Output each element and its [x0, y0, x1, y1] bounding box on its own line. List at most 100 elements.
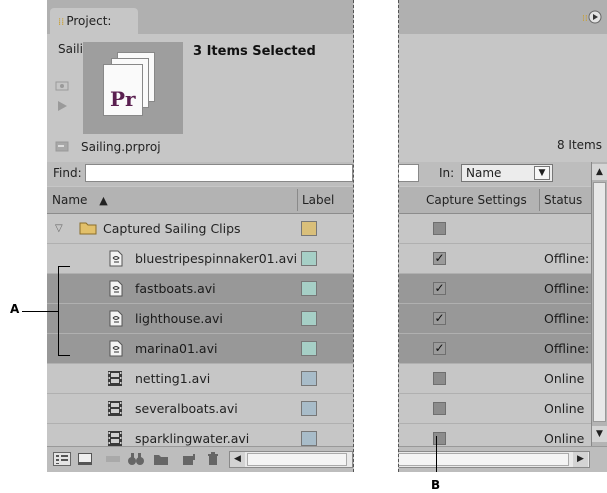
- column-label[interactable]: Label: [297, 187, 353, 213]
- table-row[interactable]: ✓ Offline:: [399, 304, 591, 334]
- table-row[interactable]: [399, 214, 591, 244]
- status-value: Offline:: [544, 251, 590, 266]
- disclosure-triangle-icon[interactable]: ▽: [55, 214, 63, 243]
- play-icon[interactable]: [55, 100, 69, 112]
- table-row[interactable]: Online: [399, 364, 591, 394]
- callout-b: B: [431, 478, 441, 492]
- label-color-swatch[interactable]: [301, 281, 317, 296]
- capture-settings-checkbox[interactable]: ✓: [433, 252, 446, 265]
- find-input-end[interactable]: [399, 164, 419, 182]
- table-row[interactable]: Online: [399, 394, 591, 424]
- clip-name: netting1.avi: [135, 371, 211, 386]
- clear-trash-icon[interactable]: [207, 452, 219, 466]
- clip-name: fastboats.avi: [135, 281, 216, 296]
- right-column-header: Capture Settings Status: [399, 187, 607, 214]
- clip-name: severalboats.avi: [135, 401, 238, 416]
- right-tab-bar: ⁞⁞: [399, 0, 607, 34]
- find-label: Find:: [53, 166, 82, 180]
- table-row[interactable]: bluestripespinnaker01.avi: [47, 244, 353, 274]
- bin-name: Captured Sailing Clips: [103, 221, 241, 236]
- scroll-up-button[interactable]: ▲: [592, 164, 607, 180]
- bin-row[interactable]: ▽ Captured Sailing Clips: [47, 214, 353, 244]
- status-value: Offline:: [544, 341, 590, 356]
- table-row[interactable]: ✓ Offline:: [399, 274, 591, 304]
- new-bin-icon[interactable]: [153, 452, 169, 466]
- label-color-swatch[interactable]: [301, 221, 317, 236]
- selection-summary: 3 Items Selected: [193, 44, 316, 59]
- new-item-icon[interactable]: [181, 452, 197, 466]
- table-row[interactable]: fastboats.avi: [47, 274, 353, 304]
- right-horizontal-scrollbar[interactable]: ▶: [399, 451, 590, 468]
- chevron-down-icon[interactable]: ▼: [534, 166, 550, 180]
- panel-menu-icon[interactable]: ⁞⁞: [582, 10, 602, 27]
- project-panel-left: ⁞⁞Project: Sailing× Pr 3 Items Selected …: [47, 0, 354, 472]
- capture-settings-checkbox[interactable]: ✓: [433, 282, 446, 295]
- table-row[interactable]: ✓ Offline:: [399, 334, 591, 364]
- label-color-swatch[interactable]: [301, 251, 317, 266]
- thumbnail: Pr: [83, 42, 183, 134]
- column-name-label: Name: [52, 193, 88, 207]
- horizontal-scrollbar[interactable]: ◀: [229, 451, 353, 468]
- callout-a: A: [10, 302, 20, 316]
- icon-view-icon[interactable]: [77, 452, 93, 466]
- vertical-scroll-thumb[interactable]: [593, 182, 606, 422]
- project-panel-right: ⁞⁞ 8 Items In: Name ▼ Capture Settings S…: [398, 0, 607, 472]
- automate-to-sequence-icon[interactable]: [105, 452, 121, 466]
- table-row[interactable]: marina01.avi: [47, 334, 353, 364]
- items-count: 8 Items: [556, 138, 602, 152]
- film-strip-icon: [107, 370, 122, 387]
- preview-area: Pr 3 Items Selected Sailing.prproj: [47, 34, 353, 162]
- table-row[interactable]: netting1.avi: [47, 364, 353, 394]
- find-binoculars-icon[interactable]: [127, 452, 145, 466]
- capture-settings-checkbox[interactable]: [433, 372, 446, 385]
- vertical-scrollbar[interactable]: ▲ ▼: [591, 162, 607, 446]
- scroll-left-button[interactable]: ◀: [230, 452, 245, 467]
- label-color-swatch[interactable]: [301, 401, 317, 416]
- list-view-icon[interactable]: [53, 452, 71, 466]
- label-color-swatch[interactable]: [301, 311, 317, 326]
- status-value: Online: [544, 401, 585, 416]
- capture-settings-checkbox[interactable]: ✓: [433, 312, 446, 325]
- callout-a-leader: [22, 311, 58, 312]
- capture-settings-checkbox[interactable]: [433, 222, 446, 235]
- grip-icon: ⁞⁞: [58, 17, 65, 28]
- tab-project-sailing[interactable]: ⁞⁞Project: Sailing×: [50, 8, 138, 56]
- callout-a-bracket: [58, 266, 59, 356]
- capture-settings-checkbox[interactable]: [433, 402, 446, 415]
- right-scroll-thumb[interactable]: [399, 453, 569, 466]
- column-header: Name ▲ Label: [47, 187, 353, 214]
- table-row[interactable]: ✓ Offline:: [399, 244, 591, 274]
- film-strip-icon: [107, 430, 122, 447]
- label-color-swatch[interactable]: [301, 341, 317, 356]
- column-capture-settings[interactable]: Capture Settings: [421, 187, 537, 213]
- clip-name: marina01.avi: [135, 341, 218, 356]
- label-color-swatch[interactable]: [301, 371, 317, 386]
- project-file-name: Sailing.prproj: [81, 140, 161, 154]
- search-scope-row: In: Name ▼: [399, 162, 607, 186]
- project-file-icon: [55, 140, 69, 155]
- premiere-logo: Pr: [110, 87, 136, 111]
- capture-settings-checkbox[interactable]: ✓: [433, 342, 446, 355]
- folder-icon: [79, 221, 97, 238]
- search-scope-select[interactable]: Name ▼: [461, 164, 553, 182]
- poster-frame-icon[interactable]: [55, 80, 69, 92]
- clip-name: lighthouse.avi: [135, 311, 223, 326]
- sort-ascending-icon: ▲: [99, 194, 108, 207]
- scroll-down-button[interactable]: ▼: [592, 426, 607, 442]
- panel-footer: ◀: [47, 446, 353, 472]
- clip-name: bluestripespinnaker01.avi: [135, 251, 298, 266]
- column-name[interactable]: Name ▲: [47, 187, 297, 213]
- audio-video-file-icon: [109, 280, 123, 297]
- table-row[interactable]: lighthouse.avi: [47, 304, 353, 334]
- column-status[interactable]: Status: [539, 187, 591, 213]
- table-row[interactable]: severalboats.avi: [47, 394, 353, 424]
- scroll-thumb[interactable]: [247, 453, 347, 466]
- svg-text:⁞⁞: ⁞⁞: [582, 14, 588, 24]
- right-panel-footer: ▶: [399, 446, 607, 472]
- find-input[interactable]: [85, 164, 353, 182]
- capture-settings-checkbox[interactable]: [433, 432, 446, 445]
- label-color-swatch[interactable]: [301, 431, 317, 446]
- status-value: Offline:: [544, 281, 590, 296]
- scroll-right-button[interactable]: ▶: [573, 452, 588, 467]
- status-value: Online: [544, 371, 585, 386]
